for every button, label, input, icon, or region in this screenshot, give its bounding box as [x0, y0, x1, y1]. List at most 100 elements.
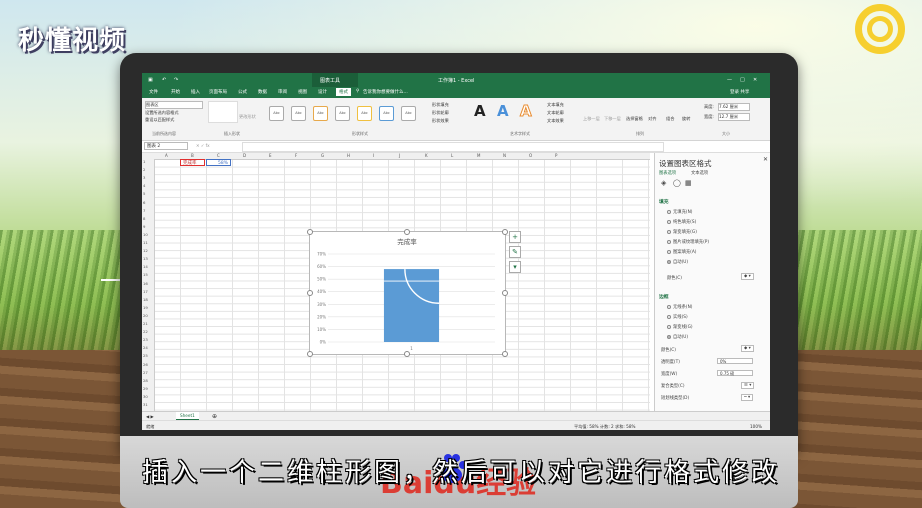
formula-input[interactable]	[242, 142, 664, 152]
resize-handle-bl[interactable]	[307, 351, 313, 357]
close-icon[interactable]: ✕	[753, 77, 757, 83]
wordart-black[interactable]: A	[474, 102, 486, 120]
shape-style-2[interactable]: Abc	[291, 106, 306, 121]
row-header-23[interactable]: 23	[143, 337, 148, 342]
row-header-15[interactable]: 15	[143, 272, 148, 277]
border-gradient-option[interactable]: 渐变线(G)	[667, 324, 693, 330]
column-header-A[interactable]: A	[165, 153, 168, 158]
subtab-text-options[interactable]: 文本选项	[691, 170, 708, 176]
shape-gallery[interactable]	[208, 101, 238, 123]
fill-none-option[interactable]: 无填充(N)	[667, 209, 692, 215]
border-auto-option[interactable]: 自动(U)	[667, 334, 688, 340]
tab-data[interactable]: 数据	[258, 89, 267, 95]
row-header-14[interactable]: 14	[143, 264, 148, 269]
format-selection-button[interactable]: 设置所选内容格式	[145, 110, 179, 116]
row-header-11[interactable]: 11	[143, 240, 148, 245]
redo-icon[interactable]: ↷	[174, 77, 178, 83]
tab-design[interactable]: 设计	[318, 89, 327, 95]
resize-handle-mr[interactable]	[502, 290, 508, 296]
wordart-blue[interactable]: A	[497, 102, 509, 120]
column-header-H[interactable]: H	[347, 153, 350, 158]
row-header-21[interactable]: 21	[143, 321, 148, 326]
shape-style-4[interactable]: Abc	[335, 106, 350, 121]
chart-area[interactable]: 完成率 0% 10% 20% 30% 40% 50% 60% 70% 1	[309, 231, 506, 355]
tab-insert[interactable]: 插入	[191, 89, 200, 95]
change-shape-button[interactable]: 更改形状	[239, 114, 256, 120]
border-color-picker[interactable]: ◆ ▾	[741, 345, 754, 352]
group-button[interactable]: 组合	[666, 116, 674, 122]
row-header-17[interactable]: 17	[143, 289, 148, 294]
cell-B1[interactable]: 完成率	[180, 159, 205, 166]
subtab-chart-options[interactable]: 图表选项	[659, 170, 676, 176]
fill-gradient-option[interactable]: 渐变填充(G)	[667, 229, 697, 235]
column-header-E[interactable]: E	[269, 153, 272, 158]
row-header-13[interactable]: 13	[143, 256, 148, 261]
shape-outline-button[interactable]: 形状轮廓	[432, 110, 449, 116]
resize-handle-br[interactable]	[502, 351, 508, 357]
text-fill-button[interactable]: 文本填充	[547, 102, 564, 108]
column-header-P[interactable]: P	[555, 153, 557, 158]
column-header-N[interactable]: N	[503, 153, 506, 158]
border-section-header[interactable]: 边框	[659, 293, 669, 300]
resize-handle-bc[interactable]	[404, 351, 410, 357]
shape-style-6[interactable]: Abc	[379, 106, 394, 121]
row-header-20[interactable]: 20	[143, 313, 148, 318]
tell-me-input[interactable]: 告诉我你想要做什么...	[363, 89, 408, 95]
row-header-22[interactable]: 22	[143, 329, 148, 334]
wordart-orange[interactable]: A	[520, 102, 533, 121]
row-header-26[interactable]: 26	[143, 362, 148, 367]
column-header-C[interactable]: C	[217, 153, 220, 158]
rotate-button[interactable]: 旋转	[682, 116, 690, 122]
chart-styles-brush-icon[interactable]: ✎	[509, 246, 521, 258]
row-header-25[interactable]: 25	[143, 353, 148, 358]
cell-C1[interactable]: 58%	[206, 159, 231, 166]
column-header-K[interactable]: K	[425, 153, 428, 158]
effects-icon[interactable]: ◯	[673, 179, 681, 187]
sheet-tab-sheet1[interactable]: Sheet1	[176, 412, 199, 420]
row-header-31[interactable]: 31	[143, 402, 148, 407]
tab-review[interactable]: 审阅	[278, 89, 287, 95]
text-outline-button[interactable]: 文本轮廓	[547, 110, 564, 116]
sheet-nav-icon[interactable]: ◀ ▶	[146, 414, 154, 419]
save-icon[interactable]: ▣	[148, 77, 153, 83]
reset-style-button[interactable]: 重设以匹配样式	[145, 117, 174, 123]
column-header-B[interactable]: B	[191, 153, 194, 158]
row-header-24[interactable]: 24	[143, 345, 148, 350]
name-box[interactable]: 图表 2	[144, 142, 188, 150]
fill-section-header[interactable]: 填充	[659, 198, 669, 205]
shape-style-1[interactable]: Abc	[269, 106, 284, 121]
maximize-icon[interactable]: □	[740, 77, 745, 83]
chart-elements-plus-icon[interactable]: +	[509, 231, 521, 243]
row-header-29[interactable]: 29	[143, 386, 148, 391]
row-header-18[interactable]: 18	[143, 297, 148, 302]
resize-handle-tr[interactable]	[502, 229, 508, 235]
row-header-9[interactable]: 9	[143, 224, 145, 229]
column-header-L[interactable]: L	[451, 153, 453, 158]
column-header-O[interactable]: O	[529, 153, 532, 158]
row-header-28[interactable]: 28	[143, 378, 148, 383]
chart-element-select[interactable]: 图表区	[145, 101, 203, 109]
tab-page-layout[interactable]: 页面布局	[209, 89, 227, 95]
resize-handle-tl[interactable]	[307, 229, 313, 235]
shape-style-7[interactable]: Abc	[401, 106, 416, 121]
fx-icon[interactable]: ✕ ✓ fx	[196, 143, 210, 148]
fill-pattern-option[interactable]: 图案填充(A)	[667, 249, 696, 255]
minimize-icon[interactable]: —	[727, 77, 732, 83]
undo-icon[interactable]: ↶	[162, 77, 166, 83]
border-none-option[interactable]: 无线条(N)	[667, 304, 692, 310]
column-header-F[interactable]: F	[295, 153, 297, 158]
send-backward-button[interactable]: 下移一层	[604, 116, 621, 122]
row-header-19[interactable]: 19	[143, 305, 148, 310]
column-header-J[interactable]: J	[399, 153, 400, 158]
column-header-I[interactable]: I	[373, 153, 374, 158]
user-account[interactable]: 登录 共享	[730, 89, 749, 95]
fill-auto-option[interactable]: 自动(U)	[667, 259, 688, 265]
column-header-M[interactable]: M	[477, 153, 480, 158]
zoom-level[interactable]: 100%	[750, 424, 762, 429]
column-header-D[interactable]: D	[243, 153, 246, 158]
chart-filter-icon[interactable]: ▾	[509, 261, 521, 273]
row-header-27[interactable]: 27	[143, 370, 148, 375]
row-header-8[interactable]: 8	[143, 216, 145, 221]
resize-handle-ml[interactable]	[307, 290, 313, 296]
tab-formulas[interactable]: 公式	[238, 89, 247, 95]
